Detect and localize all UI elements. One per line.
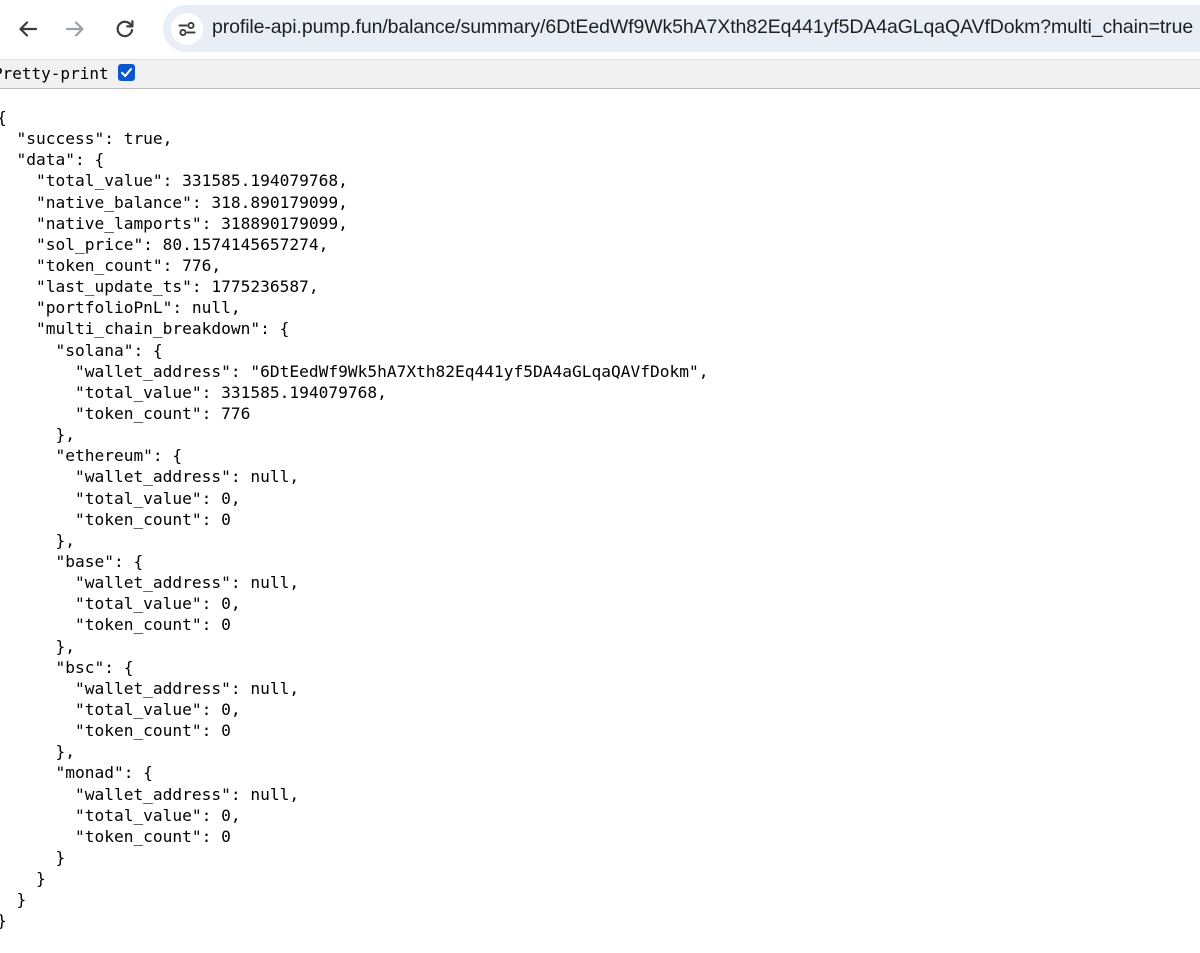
forward-button[interactable]: [55, 9, 95, 49]
json-line: "total_value": 0,: [0, 699, 241, 719]
json-line: }: [0, 869, 46, 889]
json-line: "solana": {: [0, 340, 163, 360]
json-line: "token_count": 776: [0, 403, 251, 423]
checkmark-icon: [121, 68, 132, 77]
json-line: "token_count": 0: [0, 826, 231, 846]
json-line: "wallet_address": null,: [0, 784, 300, 804]
site-info-icon: [178, 21, 196, 37]
json-line: {: [0, 107, 708, 128]
json-line: "total_value": 331585.194079768,: [0, 171, 348, 191]
json-line: }: [16, 890, 27, 910]
json-line: "token_count": 0: [0, 721, 231, 741]
json-line: "token_count": 0: [0, 615, 231, 635]
json-line: "native_balance": 318.890179099,: [0, 192, 348, 212]
json-line: }: [0, 847, 66, 867]
pretty-print-label[interactable]: Pretty-print: [0, 64, 109, 83]
json-line: "portfolioPnL": null,: [0, 298, 241, 318]
json-line: "wallet_address": "6DtEedWf9Wk5hA7Xth82E…: [0, 361, 709, 381]
json-line: "total_value": 331585.194079768,: [0, 382, 387, 402]
json-line: "monad": {: [0, 763, 153, 783]
json-line: "total_value": 0,: [0, 488, 241, 508]
json-line: "token_count": 776,: [0, 255, 222, 275]
json-line: },: [0, 742, 75, 762]
pretty-print-checkbox[interactable]: [118, 64, 135, 81]
address-bar[interactable]: profile-api.pump.fun/balance/summary/6Dt…: [163, 5, 1200, 52]
json-line: "total_value": 0,: [0, 805, 241, 825]
browser-toolbar: profile-api.pump.fun/balance/summary/6Dt…: [0, 0, 1200, 58]
json-content: { "success": true, "data": { "total_valu…: [0, 107, 708, 931]
json-line: "native_lamports": 318890179099,: [0, 213, 348, 233]
pretty-print-bar: Pretty-print: [0, 59, 1200, 89]
reload-button[interactable]: [105, 9, 145, 49]
json-line: "base": {: [0, 551, 144, 571]
json-line: },: [0, 636, 75, 656]
json-line: "wallet_address": null,: [0, 678, 300, 698]
json-line: "bsc": {: [0, 657, 134, 677]
json-line: "wallet_address": null,: [0, 467, 300, 487]
json-line: "ethereum": {: [0, 446, 183, 466]
json-line: }: [0, 910, 708, 931]
json-line: },: [0, 530, 75, 550]
json-line: "multi_chain_breakdown": {: [0, 319, 290, 339]
json-line: "total_value": 0,: [0, 594, 241, 614]
forward-arrow-icon: [65, 21, 84, 37]
back-arrow-icon: [19, 21, 38, 37]
site-info-button[interactable]: [171, 13, 203, 45]
back-button[interactable]: [8, 9, 48, 49]
json-line: "token_count": 0: [0, 509, 231, 529]
json-line: "success": true,: [0, 129, 173, 149]
json-line: "sol_price": 80.1574145657274,: [0, 234, 329, 254]
json-line: },: [0, 425, 75, 445]
json-line: "wallet_address": null,: [0, 573, 300, 593]
reload-icon: [116, 20, 134, 38]
json-line: "last_update_ts": 1775236587,: [0, 277, 319, 297]
json-line: "data": {: [0, 150, 105, 170]
url-text[interactable]: profile-api.pump.fun/balance/summary/6Dt…: [212, 16, 1193, 39]
